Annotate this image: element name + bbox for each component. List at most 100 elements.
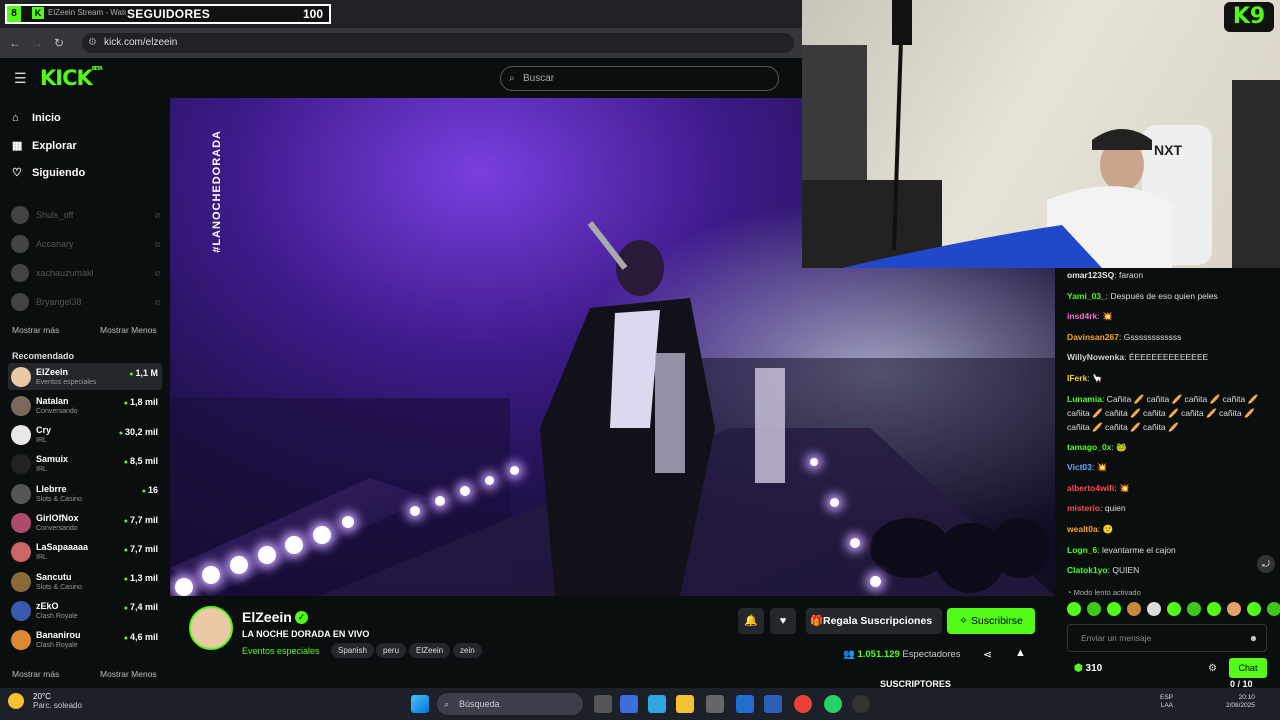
chat-username[interactable]: insd4rk	[1067, 311, 1097, 321]
follow-button[interactable]: ♥	[770, 608, 796, 634]
recommended-item[interactable]: Cry IRL ● 30,2 mil	[8, 422, 162, 449]
share-icon[interactable]: ⋖	[983, 648, 992, 661]
tag-peru[interactable]: peru	[376, 643, 407, 658]
viewers-value: 1,8 mil	[129, 397, 158, 408]
following-item[interactable]: xachauzumaki ⊘	[11, 264, 161, 282]
chat-settings-gear-icon[interactable]: ⚙	[1208, 663, 1217, 674]
chat-username[interactable]: tamago_0x	[1067, 442, 1111, 452]
tab-title[interactable]: ElZeein Stream - Watch	[48, 8, 126, 17]
chat-username[interactable]: alberto4wifi	[1067, 483, 1114, 493]
word-icon[interactable]	[764, 695, 782, 713]
live-viewers: ● 30,2 mil	[119, 427, 158, 437]
recommended-item[interactable]: Llebrre Slots & Casino ● 16	[8, 480, 162, 507]
channel-points[interactable]: ⬢ 310	[1074, 663, 1102, 674]
show-more-following[interactable]: Mostrar más	[12, 325, 59, 335]
explorer-icon[interactable]	[676, 695, 694, 713]
recommended-item[interactable]: ElZeein Eventos especiales ● 1,1 M	[8, 363, 162, 390]
chat-username[interactable]: wealt0a	[1067, 524, 1098, 534]
recommended-item[interactable]: Bananirou Clash Royale ● 4,6 mil	[8, 627, 162, 654]
recommended-item[interactable]: GirlOfNox Conversando ● 7,7 mil	[8, 510, 162, 537]
site-info-icon[interactable]: ⚙	[88, 33, 97, 53]
chat-username[interactable]: Yami_03_	[1067, 291, 1106, 301]
kick-logo[interactable]: KICKBETA	[40, 66, 103, 90]
chat-username[interactable]: Logn_6	[1067, 545, 1097, 555]
emote-icon[interactable]	[1087, 602, 1101, 616]
clock[interactable]: 20:10 2/08/2025	[1226, 694, 1255, 710]
chat-username[interactable]: Clatok1yo	[1067, 565, 1108, 575]
recommended-item[interactable]: zEkO Clash Royale ● 7,4 mil	[8, 597, 162, 624]
recommended-item[interactable]: Sancutu Slots & Casino ● 1,3 mil	[8, 568, 162, 595]
chat-text: levantarme el cajon	[1101, 544, 1176, 555]
emote-icon[interactable]	[1247, 602, 1261, 616]
following-item[interactable]: Accanary ⊘	[11, 235, 161, 253]
show-more-recommended[interactable]: Mostrar más	[12, 669, 59, 679]
following-item[interactable]: Shuls_off ⊘	[11, 206, 161, 224]
task-view-icon[interactable]	[594, 695, 612, 713]
emote-icon[interactable]	[1207, 602, 1221, 616]
chat-text: 🦙	[1092, 373, 1103, 383]
language-indicator[interactable]: ESP LAA	[1160, 694, 1173, 710]
emoji-icon[interactable]: ☻	[1249, 625, 1258, 651]
sidebar-item-siguiendo[interactable]: ♡ Siguiendo	[12, 166, 85, 180]
chrome-icon[interactable]	[794, 695, 812, 713]
show-less-recommended[interactable]: Mostrar Menos	[100, 669, 157, 679]
tag-zein[interactable]: zein	[453, 643, 482, 658]
reload-icon[interactable]: ↻	[48, 36, 70, 50]
hamburger-menu-icon[interactable]: ☰	[14, 70, 27, 87]
tag-elzeein[interactable]: ElZeein	[409, 643, 451, 658]
chat-text: faraon	[1118, 270, 1144, 280]
copilot-icon[interactable]	[620, 695, 638, 713]
emote-icon[interactable]	[1147, 602, 1161, 616]
recommended-item[interactable]: Natalan Conversando ● 1,8 mil	[8, 392, 162, 419]
subscribe-button[interactable]: ✧ Suscribirse	[947, 608, 1035, 634]
notification-button[interactable]: 🔔	[738, 608, 764, 634]
chat-username[interactable]: Lunamia	[1067, 394, 1102, 404]
report-icon[interactable]: ▲	[1015, 647, 1026, 659]
streamer-name[interactable]: ElZeein	[242, 609, 292, 625]
chat-username[interactable]: WillyNowenka	[1067, 352, 1124, 362]
sidebar-item-inicio[interactable]: ⌂ Inicio	[12, 112, 61, 124]
taskbar-search[interactable]: ⌕ Búsqueda	[437, 693, 583, 715]
emote-icon[interactable]	[1267, 602, 1280, 616]
url-field[interactable]: ⚙ kick.com/elzeein	[82, 33, 794, 53]
recommended-item[interactable]: Samuix IRL ● 8,5 mil	[8, 451, 162, 478]
recommended-item[interactable]: LaSapaaaaa IRL ● 7,7 mil	[8, 539, 162, 566]
stage-light	[485, 476, 494, 485]
chat-input[interactable]: Enviar un mensaje ☻	[1067, 624, 1267, 652]
following-item[interactable]: Bryangel38 ⊘	[11, 293, 161, 311]
emote-icon[interactable]	[1167, 602, 1181, 616]
chat-username[interactable]: IFerk	[1067, 373, 1087, 383]
forward-arrow-icon[interactable]: →	[26, 36, 48, 50]
edge-icon[interactable]	[648, 695, 666, 713]
emote-icon[interactable]	[1227, 602, 1241, 616]
weather-widget[interactable]: 20°C Parc. soleado	[8, 692, 82, 710]
emote-icon[interactable]	[1187, 602, 1201, 616]
gift-subs-button[interactable]: 🎁 Regala Suscripciones	[806, 608, 942, 634]
send-chat-button[interactable]: Chat	[1229, 658, 1267, 678]
scroll-to-bottom-icon[interactable]: ⤾	[1257, 555, 1275, 573]
tag-spanish[interactable]: Spanish	[331, 643, 374, 658]
stream-category[interactable]: Eventos especiales	[242, 646, 320, 656]
chat-username[interactable]: omar123SQ	[1067, 270, 1114, 280]
chat-username[interactable]: misterio	[1067, 503, 1100, 513]
streamer-avatar[interactable]	[189, 606, 233, 650]
offline-icon: ⊘	[154, 297, 161, 307]
sidebar-item-explorar[interactable]: ▦ Explorar	[12, 139, 77, 153]
tab-number-badge[interactable]: 8	[7, 6, 21, 22]
points-value: 310	[1085, 663, 1103, 674]
back-arrow-icon[interactable]: ←	[4, 36, 26, 50]
chat-username[interactable]: Davinsan267	[1067, 332, 1119, 342]
outlook-icon[interactable]	[736, 695, 754, 713]
obs-icon[interactable]	[852, 695, 870, 713]
store-icon[interactable]	[706, 695, 724, 713]
channel-name: Samuix	[36, 454, 69, 465]
windows-start-icon[interactable]	[411, 695, 429, 713]
show-less-following[interactable]: Mostrar Menos	[100, 325, 157, 335]
search-icon: ⌕	[444, 699, 450, 709]
emote-icon[interactable]	[1107, 602, 1121, 616]
whatsapp-icon[interactable]	[824, 695, 842, 713]
search-input[interactable]: ⌕ Buscar	[500, 66, 779, 91]
emote-icon[interactable]	[1067, 602, 1081, 616]
chat-username[interactable]: Vict03	[1067, 462, 1092, 472]
emote-icon[interactable]	[1127, 602, 1141, 616]
